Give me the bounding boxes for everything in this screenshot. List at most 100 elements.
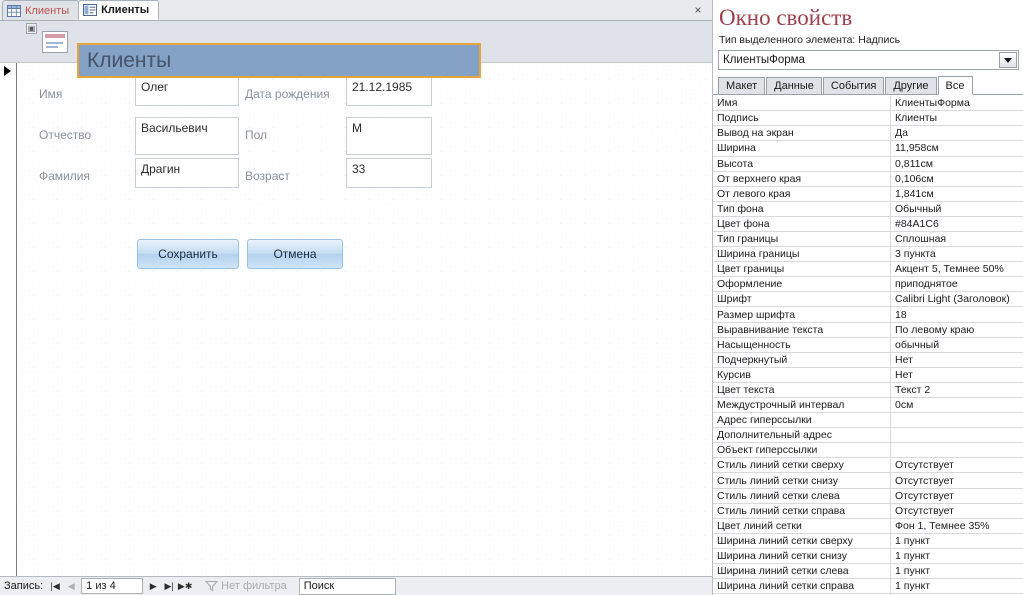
property-row[interactable]: Подпись Клиенты [713,111,1023,127]
property-value[interactable]: Обычный [891,202,1023,216]
property-row[interactable]: От верхнего края 0,106см [713,171,1023,187]
property-row[interactable]: Шрифт Calibri Light (Заголовок) [713,292,1023,308]
property-name[interactable]: Ширина линий сетки снизу [713,548,891,564]
property-row[interactable]: Ширина линий сетки снизу 1 пункт [713,548,1023,565]
property-value[interactable]: Отсутствует [891,473,1023,487]
filter-status[interactable]: Нет фильтра [205,580,287,592]
field-birth-date[interactable]: 21.12.1985 [346,76,432,106]
property-name[interactable]: Ширина [713,141,891,156]
property-row[interactable]: Вывод на экран Да [713,126,1023,142]
property-rows-list[interactable]: Имя КлиентыФорма Подпись Клиенты Вывод на эк… [713,95,1023,595]
property-name[interactable]: Цвет фона [713,216,891,231]
tab-all[interactable]: Все [937,76,973,96]
property-name[interactable]: Адрес гиперссылки [713,413,891,428]
property-value[interactable]: Да [891,126,1023,140]
property-row[interactable]: Цвет фона #84A1C6 [713,216,1023,232]
property-name[interactable]: Вывод на экран [713,126,891,141]
property-name[interactable]: Подчеркнутый [713,352,891,367]
property-row[interactable]: Адрес гиперссылки [713,413,1023,429]
property-row[interactable]: Цвет текста Текст 2 [713,382,1023,399]
property-value[interactable]: 0,106см [891,172,1023,186]
property-name[interactable]: Ширина границы [713,247,891,262]
document-tab-clients-table[interactable]: Клиенты [2,0,80,20]
property-row[interactable]: Оформление приподнятое [713,277,1023,293]
property-value[interactable]: 0см [891,398,1023,412]
property-row[interactable]: От левого края 1,841см [713,186,1023,202]
property-value[interactable]: #84A1C6 [891,217,1023,231]
first-record-button[interactable]: |◀ [47,578,63,595]
form-detail-surface[interactable]: Имя Олег Отчество Васильевич Фамилия Дра… [17,63,712,576]
field-gender[interactable]: М [346,117,432,155]
property-row[interactable]: Цвет границы Акцент 5, Темнее 50% [713,262,1023,278]
property-value[interactable]: Акцент 5, Темнее 50% [891,262,1023,276]
property-value[interactable]: По левому краю [891,323,1023,337]
property-value[interactable]: Calibri Light (Заголовок) [891,292,1023,306]
label-birth-date[interactable]: Дата рождения [245,87,330,101]
tab-data[interactable]: Данные [766,77,822,95]
property-row[interactable]: Ширина линий сетки справа 1 пункт [713,579,1023,595]
property-row[interactable]: Размер шрифта 18 [713,307,1023,323]
property-name[interactable]: Курсив [713,367,891,382]
property-name[interactable]: Тип фона [713,201,891,216]
property-value[interactable] [891,443,1023,457]
property-name[interactable]: Цвет границы [713,262,891,277]
property-value[interactable]: Нет [891,353,1023,367]
property-row[interactable]: Подчеркнутый Нет [713,352,1023,368]
record-position-input[interactable]: 1 из 4 [81,578,144,594]
property-value[interactable]: 1,841см [891,187,1023,201]
property-name[interactable]: Цвет текста [713,382,891,398]
property-value[interactable]: приподнятое [891,277,1023,291]
field-first-name[interactable]: Олег [135,76,239,106]
property-row[interactable]: Стиль линий сетки сверху Отсутствует [713,458,1023,474]
tab-events[interactable]: События [822,77,885,95]
label-first-name[interactable]: Имя [39,87,62,101]
property-row[interactable]: Ширина линий сетки слева 1 пункт [713,564,1023,580]
property-name[interactable]: Насыщенность [713,337,891,352]
property-value[interactable]: КлиентыФорма [891,96,1023,110]
property-row[interactable]: Высота 0,811см [713,156,1023,172]
property-row[interactable]: Объект гиперссылки [713,443,1023,459]
property-value[interactable] [891,413,1023,427]
property-value[interactable]: Фон 1, Темнее 35% [891,519,1023,533]
property-name[interactable]: Цвет линий сетки [713,518,891,533]
new-record-button[interactable]: ▶✱ [177,578,193,595]
property-value[interactable]: 18 [891,307,1023,321]
property-name[interactable]: Шрифт [713,292,891,307]
property-name[interactable]: От левого края [713,186,891,201]
property-value[interactable]: Нет [891,368,1023,382]
property-value[interactable]: Отсутствует [891,489,1023,503]
property-value[interactable]: 3 пункта [891,247,1023,261]
form-title-label[interactable]: Клиенты [77,43,481,78]
property-value[interactable]: 1 пункт [891,579,1023,593]
property-value[interactable]: Сплошная [891,232,1023,246]
property-name[interactable]: Ширина линий сетки слева [713,564,891,579]
property-row[interactable]: Цвет линий сетки Фон 1, Темнее 35% [713,518,1023,534]
property-value[interactable]: 0,811см [891,157,1023,171]
property-value[interactable]: 11,958см [891,141,1023,155]
close-document-button[interactable]: × [690,2,706,18]
property-value[interactable]: Клиенты [891,111,1023,125]
property-value[interactable] [891,428,1023,442]
property-row[interactable]: Стиль линий сетки слева Отсутствует [713,488,1023,504]
property-name[interactable]: Стиль линий сетки слева [713,488,891,503]
property-name[interactable]: Имя [713,96,891,111]
field-age[interactable]: 33 [346,158,432,188]
next-record-button[interactable]: ▶ [145,578,161,595]
property-row[interactable]: Насыщенность обычный [713,337,1023,353]
property-value[interactable]: Текст 2 [891,383,1023,397]
property-row[interactable]: Ширина линий сетки сверху 1 пункт [713,533,1023,549]
cancel-button[interactable]: Отмена [247,239,343,269]
property-row[interactable]: Курсив Нет [713,367,1023,383]
label-gender[interactable]: Пол [245,128,267,142]
property-row[interactable]: Ширина 11,958см [713,141,1023,157]
document-tab-clients-form[interactable]: Клиенты [78,0,160,20]
property-name[interactable]: Ширина линий сетки сверху [713,533,891,548]
property-name[interactable]: Междустрочный интервал [713,398,891,413]
form-selector-handle[interactable]: ▣ [26,23,37,34]
property-name[interactable]: Ширина линий сетки справа [713,579,891,594]
property-row[interactable]: Междустрочный интервал 0см [713,398,1023,414]
previous-record-button[interactable]: ◀ [63,578,79,595]
property-name[interactable]: От верхнего края [713,171,891,186]
property-value[interactable]: Отсутствует [891,504,1023,518]
property-name[interactable]: Выравнивание текста [713,322,891,337]
